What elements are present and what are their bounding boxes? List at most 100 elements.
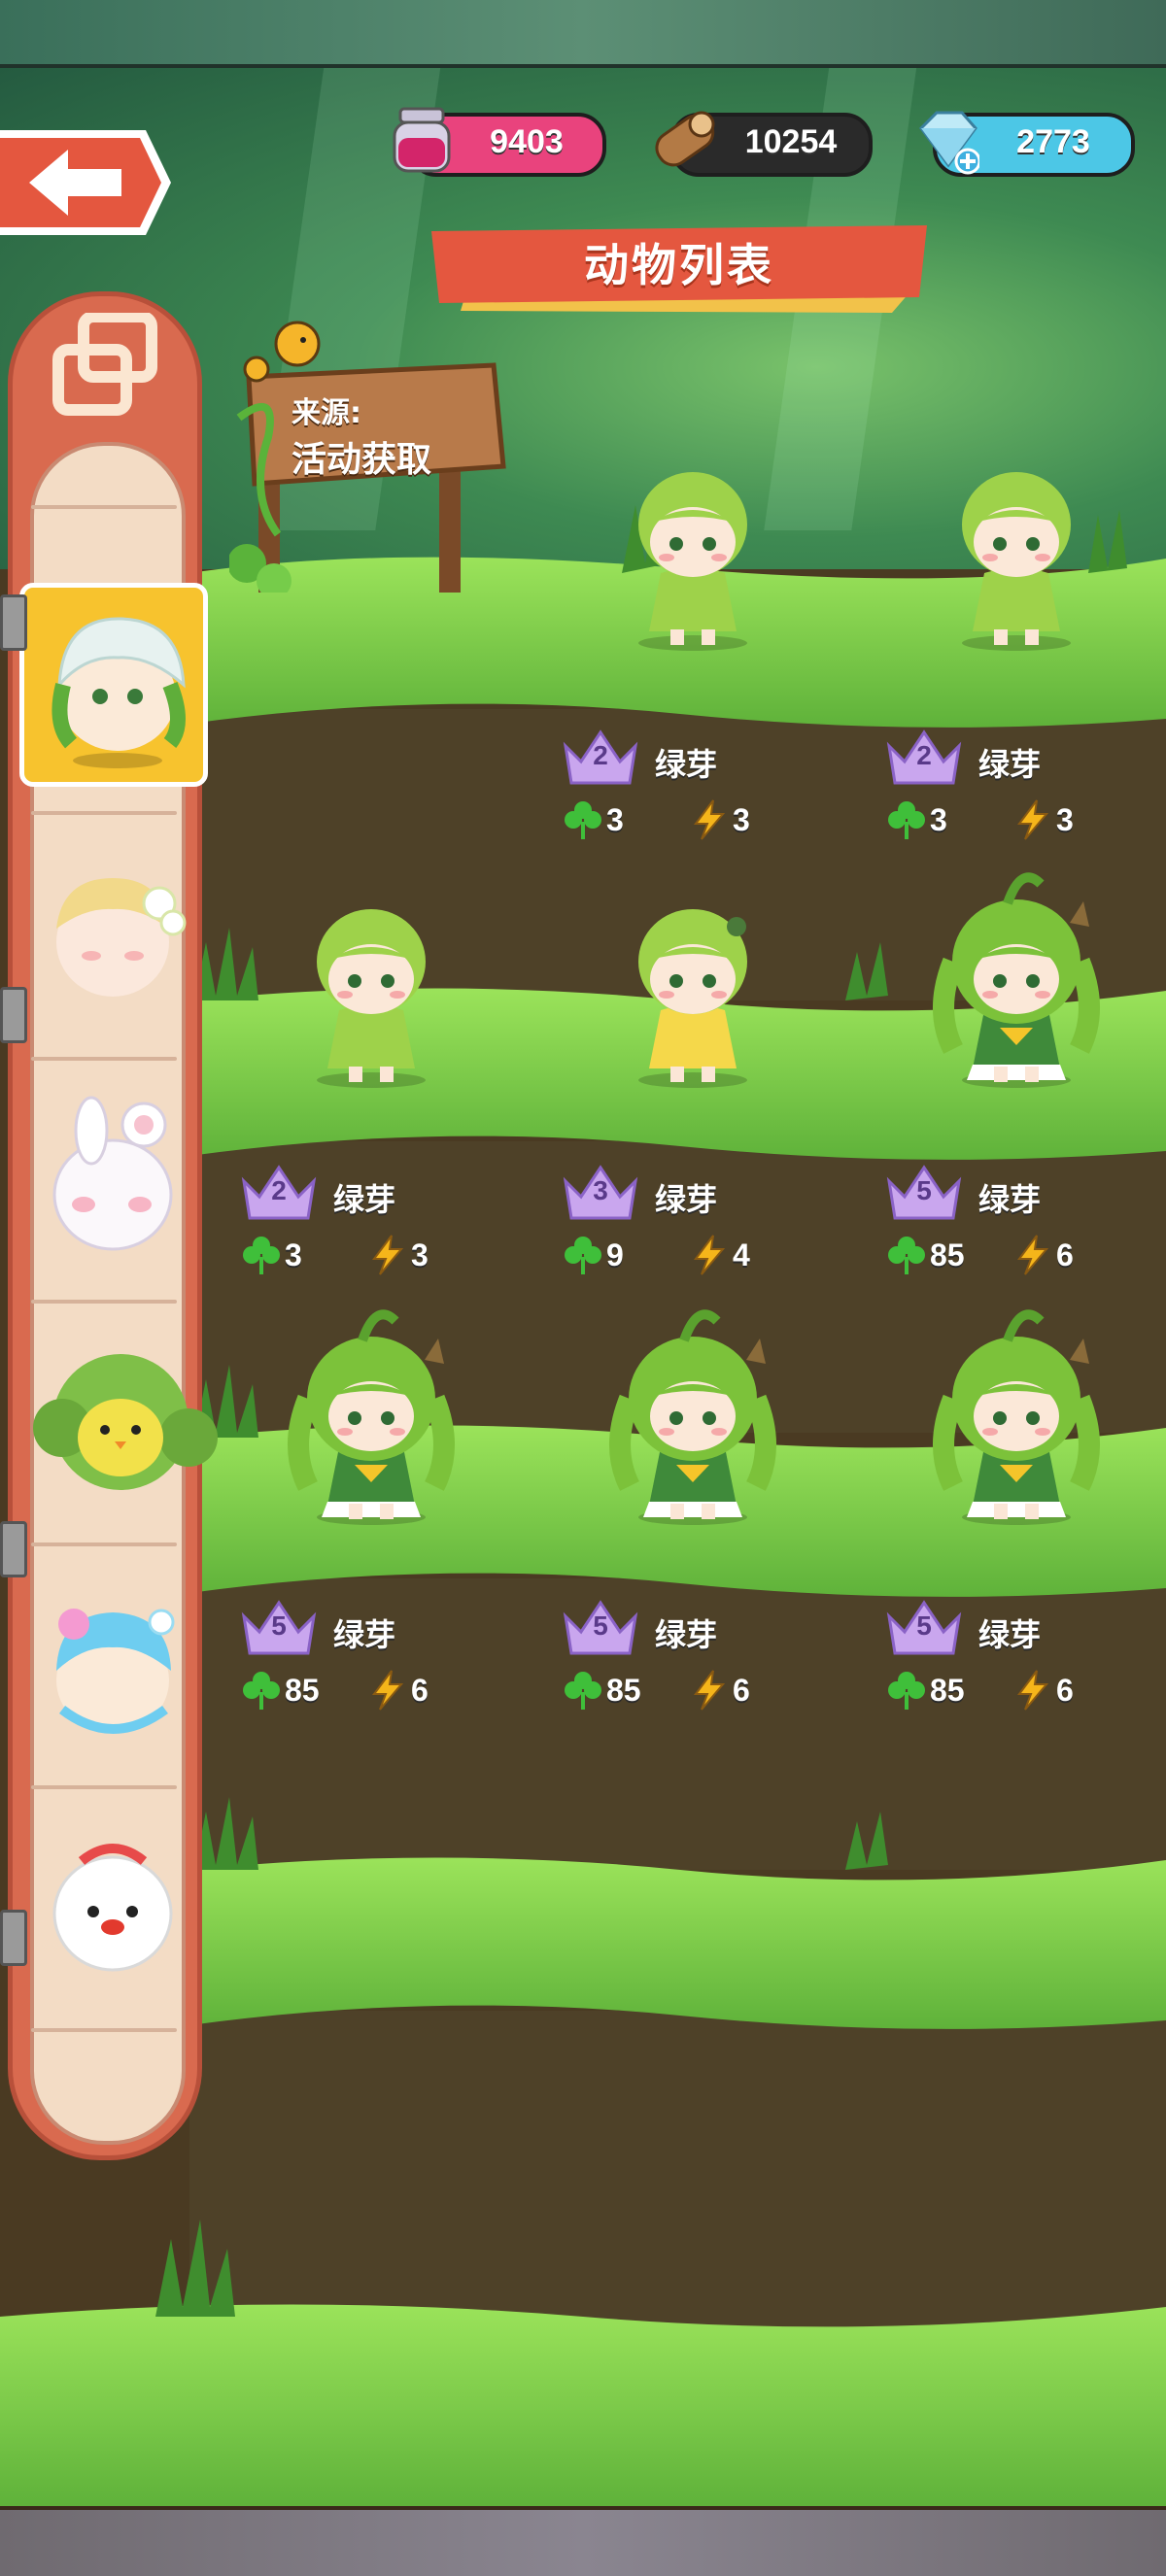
green-sprout-cap-avatar xyxy=(51,617,186,768)
energy-value: 6 xyxy=(1056,1237,1074,1272)
wood-amount: 10254 xyxy=(744,123,838,160)
clover-icon xyxy=(888,1237,925,1274)
sidebar-slot[interactable] xyxy=(23,1807,206,2011)
lightning-icon xyxy=(694,1670,726,1711)
lightning-icon xyxy=(694,1235,726,1275)
animal-sprite[interactable] xyxy=(914,1292,1118,1525)
animal-info: 5 绿芽 85 6 xyxy=(883,1162,1166,1278)
back-arrow-icon[interactable] xyxy=(0,120,171,245)
clover-value: 9 xyxy=(606,1237,624,1272)
clover-value: 3 xyxy=(930,802,947,837)
animal-info: 3 绿芽 9 4 xyxy=(560,1162,851,1278)
level-number: 2 xyxy=(271,1175,287,1205)
sidebar-slot[interactable] xyxy=(23,835,206,1039)
level-number: 3 xyxy=(593,1175,608,1205)
sidebar-divider xyxy=(31,2028,177,2032)
sidebar-slot[interactable] xyxy=(23,1321,218,1525)
sidebar-hinge xyxy=(0,1910,27,1966)
clover-value: 3 xyxy=(606,802,624,837)
clover-icon xyxy=(243,1237,280,1274)
animal-name: 绿芽 xyxy=(978,1616,1042,1653)
animal-info: 2 绿芽 3 3 xyxy=(560,727,851,843)
level-number: 5 xyxy=(916,1610,932,1641)
source-value: 活动获取 xyxy=(292,440,432,480)
sidebar-slot-selected[interactable] xyxy=(19,583,208,787)
clover-icon xyxy=(888,801,925,839)
clover-icon xyxy=(243,1672,280,1710)
lightning-icon xyxy=(1017,1235,1049,1275)
animal-name: 绿芽 xyxy=(655,746,718,783)
level-number: 5 xyxy=(593,1610,608,1641)
animal-sprite[interactable] xyxy=(591,418,795,651)
animal-sprite[interactable] xyxy=(914,418,1118,651)
potion-amount: 9403 xyxy=(490,123,564,160)
energy-value: 6 xyxy=(733,1673,750,1708)
energy-value: 6 xyxy=(1056,1673,1074,1708)
blue-flower-avatar xyxy=(56,1609,175,1734)
animal-info: 5 绿芽 85 6 xyxy=(238,1597,530,1713)
animal-sprite[interactable] xyxy=(914,855,1118,1088)
sidebar-divider xyxy=(31,1542,177,1546)
level-number: 5 xyxy=(916,1175,932,1205)
potion-resource[interactable]: 9403 xyxy=(393,107,606,177)
diamond-amount: 2773 xyxy=(1016,123,1090,160)
animal-name: 绿芽 xyxy=(333,1616,396,1653)
wood-resource[interactable]: 10254 xyxy=(655,111,873,177)
white-bird-avatar xyxy=(52,1844,173,1972)
game-screen: 9403 10254 2773 动物列表 来源: 活动获取 2 绿芽 3 3 2… xyxy=(0,0,1166,2576)
sidebar-divider xyxy=(31,811,177,815)
diamond-resource[interactable]: 2773 xyxy=(919,111,1135,177)
sidebar-hinge xyxy=(0,987,27,1043)
clover-value: 85 xyxy=(285,1673,320,1708)
source-label: 来源: xyxy=(292,396,361,430)
clover-value: 3 xyxy=(285,1237,302,1272)
lightning-icon xyxy=(372,1235,404,1275)
sidebar-divider xyxy=(31,1057,177,1061)
energy-value: 4 xyxy=(733,1237,750,1272)
animal-info: 5 绿芽 85 6 xyxy=(883,1597,1166,1713)
clover-icon xyxy=(565,1672,601,1710)
yellow-chick-bush-avatar xyxy=(33,1354,218,1490)
energy-value: 3 xyxy=(411,1237,429,1272)
clover-value: 85 xyxy=(930,1673,965,1708)
sidebar-hinge xyxy=(0,1521,27,1577)
lightning-icon xyxy=(1017,799,1049,840)
energy-value: 6 xyxy=(411,1673,429,1708)
animal-info: 5 绿芽 85 6 xyxy=(560,1597,851,1713)
sidebar-divider xyxy=(31,1300,177,1304)
sidebar-divider xyxy=(31,505,177,509)
clover-value: 85 xyxy=(930,1237,965,1272)
animal-sprite[interactable] xyxy=(269,855,473,1088)
animal-name: 绿芽 xyxy=(655,1181,718,1218)
level-number: 2 xyxy=(916,740,932,770)
animal-sprite[interactable] xyxy=(591,855,795,1088)
energy-value: 3 xyxy=(733,802,750,837)
lightning-icon xyxy=(694,799,726,840)
lightning-icon xyxy=(1017,1670,1049,1711)
clover-icon xyxy=(565,1237,601,1274)
animal-info: 2 绿芽 3 3 xyxy=(883,727,1166,843)
lightning-icon xyxy=(372,1670,404,1711)
sidebar-hinge xyxy=(0,594,27,651)
animal-info: 2 绿芽 3 3 xyxy=(238,1162,530,1278)
energy-value: 3 xyxy=(1056,802,1074,837)
level-number: 2 xyxy=(593,740,608,770)
page-title-banner: 动物列表 xyxy=(431,225,927,313)
sidebar-slot[interactable] xyxy=(23,1564,206,1768)
animal-name: 绿芽 xyxy=(333,1181,396,1218)
animal-sprite[interactable] xyxy=(269,1292,473,1525)
blonde-flower-avatar xyxy=(56,878,187,997)
clover-icon xyxy=(565,801,601,839)
animal-name: 绿芽 xyxy=(655,1616,718,1653)
sidebar-divider xyxy=(31,1785,177,1789)
clover-value: 85 xyxy=(606,1673,641,1708)
animal-name: 绿芽 xyxy=(978,746,1042,783)
animal-name: 绿芽 xyxy=(978,1181,1042,1218)
level-number: 5 xyxy=(271,1610,287,1641)
background-scene-bottom xyxy=(0,2506,1166,2576)
page-title: 动物列表 xyxy=(584,239,774,291)
collection-icon[interactable] xyxy=(51,313,163,416)
clover-icon xyxy=(888,1672,925,1710)
sidebar-slot[interactable] xyxy=(23,1078,206,1282)
animal-sprite[interactable] xyxy=(591,1292,795,1525)
